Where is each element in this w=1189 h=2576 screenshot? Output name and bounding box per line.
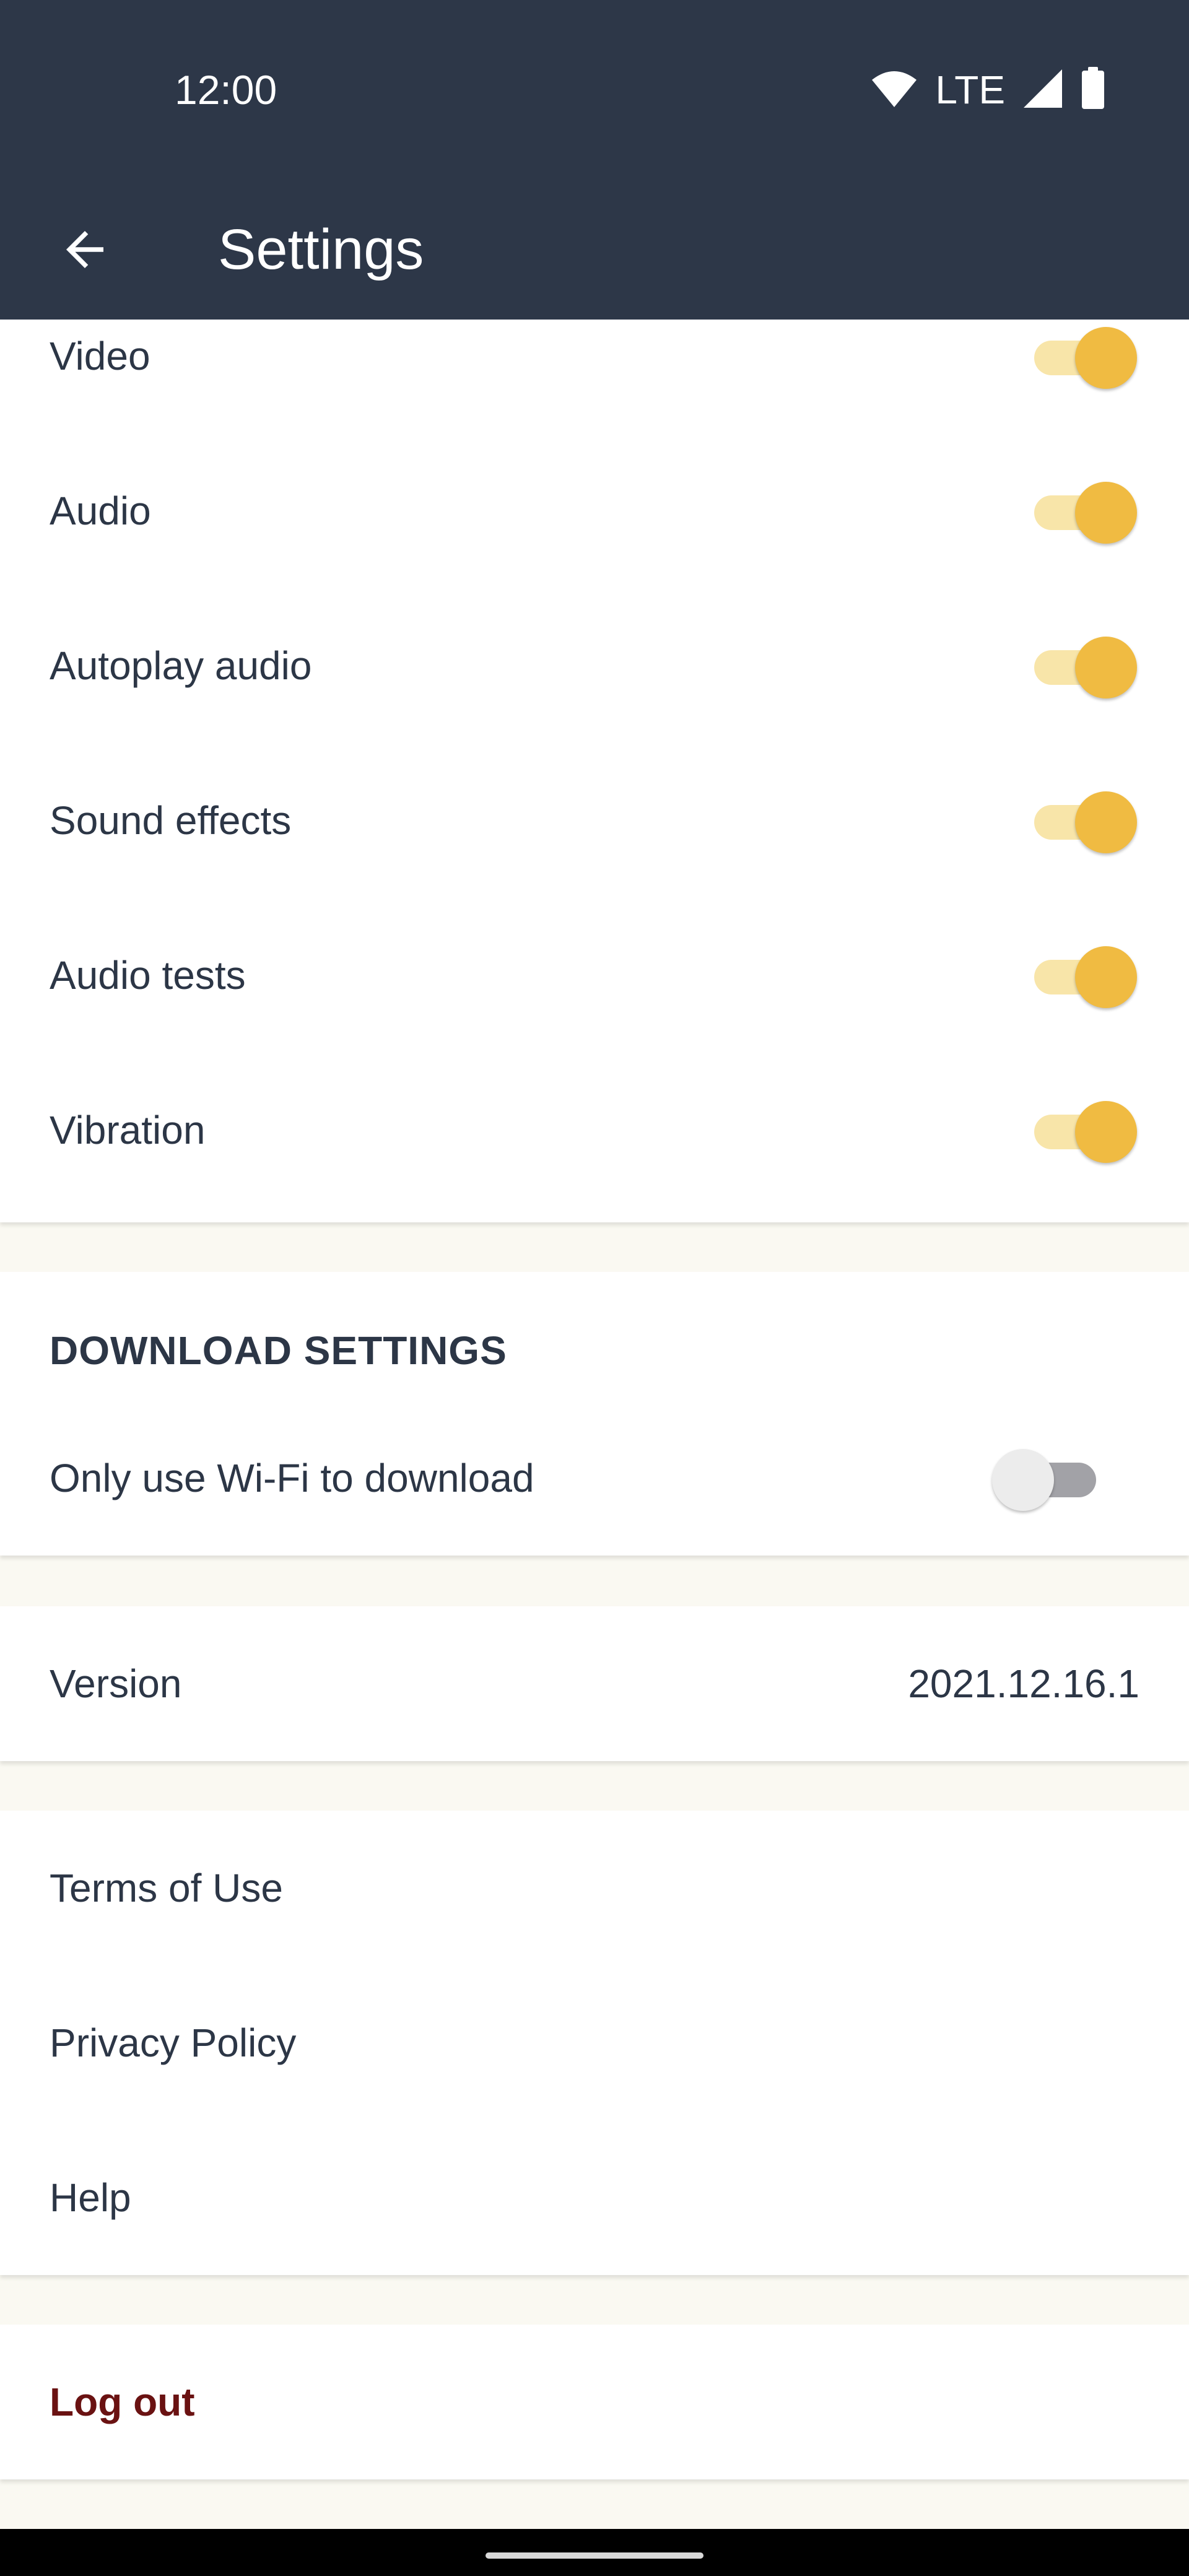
toggle-thumb xyxy=(1075,946,1137,1008)
video-toggle[interactable] xyxy=(1028,322,1139,390)
links-section: Terms of Use Privacy Policy Help xyxy=(0,1811,1189,2275)
logout-label: Log out xyxy=(50,2380,195,2424)
audio-toggle[interactable] xyxy=(1028,477,1139,545)
terms-of-use-link[interactable]: Terms of Use xyxy=(0,1811,1189,1965)
wifi-icon xyxy=(871,69,918,111)
setting-label: Sound effects xyxy=(50,798,292,843)
setting-label: Autoplay audio xyxy=(50,643,312,688)
toggle-thumb xyxy=(1075,637,1137,698)
logout-button[interactable]: Log out xyxy=(0,2325,1189,2479)
setting-row-wifi-only[interactable]: Only use Wi-Fi to download xyxy=(0,1401,1189,1556)
link-label: Privacy Policy xyxy=(50,2021,297,2065)
section-header-download-settings: DOWNLOAD SETTINGS xyxy=(50,1328,507,1373)
network-type: LTE xyxy=(935,67,1005,112)
vibration-toggle[interactable] xyxy=(1028,1096,1139,1164)
status-icons: LTE xyxy=(871,65,1105,115)
battery-icon xyxy=(1081,66,1105,113)
cellular-signal-icon xyxy=(1022,68,1063,112)
sound-effects-toggle[interactable] xyxy=(1028,786,1139,855)
status-bar: 12:00 LTE xyxy=(0,0,1189,180)
setting-row-audio-tests[interactable]: Audio tests xyxy=(0,898,1189,1053)
download-settings-section: DOWNLOAD SETTINGS Only use Wi-Fi to down… xyxy=(0,1272,1189,1556)
setting-label: Only use Wi-Fi to download xyxy=(50,1456,534,1500)
privacy-policy-link[interactable]: Privacy Policy xyxy=(0,1965,1189,2120)
wifi-only-toggle[interactable] xyxy=(992,1444,1108,1512)
setting-row-video[interactable]: Video xyxy=(0,279,1189,433)
setting-label: Audio tests xyxy=(50,953,246,998)
version-value: 2021.12.16.1 xyxy=(908,1661,1139,1706)
version-section: Version 2021.12.16.1 xyxy=(0,1606,1189,1761)
logout-section: Log out xyxy=(0,2325,1189,2479)
setting-row-autoplay-audio[interactable]: Autoplay audio xyxy=(0,588,1189,743)
version-row: Version 2021.12.16.1 xyxy=(0,1606,1189,1761)
toggle-thumb xyxy=(992,1449,1054,1511)
system-nav-bar xyxy=(0,2529,1189,2576)
toggle-thumb xyxy=(1075,482,1137,544)
toggle-thumb xyxy=(1075,791,1137,853)
setting-label: Vibration xyxy=(50,1108,206,1152)
help-link[interactable]: Help xyxy=(0,2120,1189,2275)
version-label: Version xyxy=(50,1661,182,1706)
autoplay-audio-toggle[interactable] xyxy=(1028,632,1139,700)
toggle-thumb xyxy=(1075,1101,1137,1163)
media-settings-section: Video Audio Autoplay audio Sound effects… xyxy=(0,320,1189,1222)
gesture-handle[interactable] xyxy=(486,2552,703,2559)
link-label: Help xyxy=(50,2175,131,2220)
arrow-back-icon xyxy=(57,222,113,281)
audio-tests-toggle[interactable] xyxy=(1028,941,1139,1009)
status-time: 12:00 xyxy=(175,67,277,113)
setting-row-audio[interactable]: Audio xyxy=(0,433,1189,588)
link-label: Terms of Use xyxy=(50,1866,283,1910)
setting-label: Video xyxy=(50,334,150,378)
setting-row-vibration[interactable]: Vibration xyxy=(0,1053,1189,1208)
setting-row-sound-effects[interactable]: Sound effects xyxy=(0,743,1189,898)
toggle-thumb xyxy=(1075,327,1137,389)
setting-label: Audio xyxy=(50,489,151,533)
